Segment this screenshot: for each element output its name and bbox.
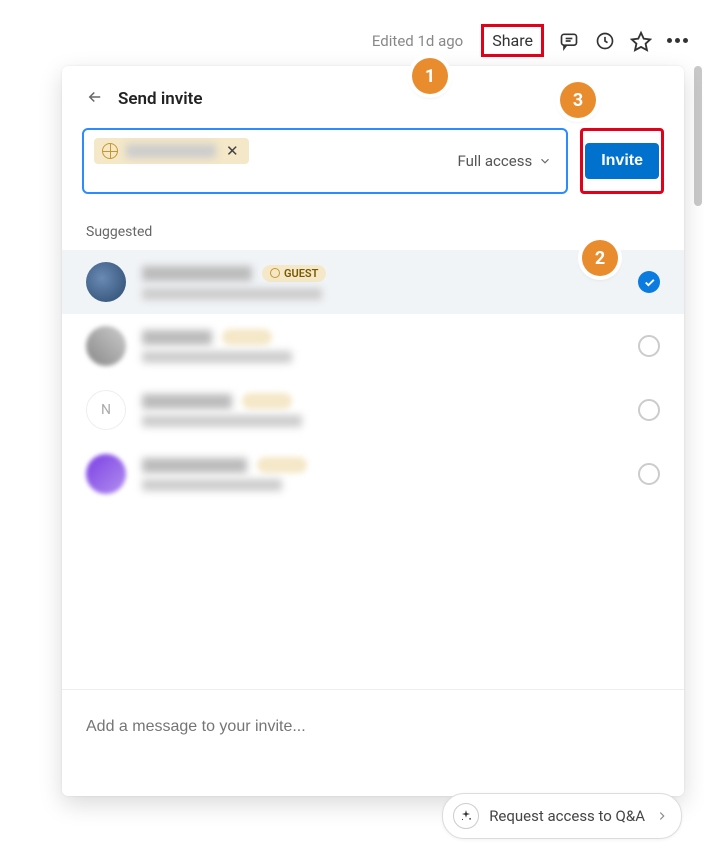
person-name xyxy=(142,330,212,345)
access-label: Full access xyxy=(457,152,532,170)
select-radio[interactable] xyxy=(638,399,660,421)
person-email xyxy=(142,351,292,363)
back-arrow-icon[interactable] xyxy=(86,88,104,110)
person-info xyxy=(142,393,622,427)
globe-icon xyxy=(102,143,118,159)
suggested-item[interactable] xyxy=(62,442,684,506)
select-radio[interactable] xyxy=(638,335,660,357)
avatar xyxy=(86,326,126,366)
comment-icon[interactable] xyxy=(558,30,580,52)
request-access-label: Request access to Q&A xyxy=(489,807,645,825)
badge xyxy=(242,393,292,409)
annotation-callout-3: 3 xyxy=(560,82,596,118)
person-name xyxy=(142,266,252,281)
page-top-bar: Edited 1d ago Share xyxy=(372,24,688,57)
selected-check-icon[interactable] xyxy=(638,271,660,293)
avatar: N xyxy=(86,390,126,430)
remove-chip-icon[interactable]: ✕ xyxy=(224,142,241,160)
person-email xyxy=(142,415,302,427)
avatar xyxy=(86,454,126,494)
badge xyxy=(257,457,307,473)
guest-badge: GUEST xyxy=(262,265,326,282)
share-button[interactable]: Share xyxy=(481,24,544,57)
invite-button-highlight: Invite xyxy=(580,128,664,194)
chevron-down-icon xyxy=(538,154,552,168)
globe-icon xyxy=(270,268,280,278)
person-info xyxy=(142,457,622,491)
sparkle-icon xyxy=(453,803,479,829)
person-email xyxy=(142,479,282,491)
select-radio[interactable] xyxy=(638,463,660,485)
modal-footer xyxy=(62,689,684,796)
invite-button[interactable]: Invite xyxy=(585,143,659,179)
invite-message-input[interactable] xyxy=(86,718,660,736)
person-name xyxy=(142,458,247,473)
suggested-item[interactable] xyxy=(62,314,684,378)
person-email xyxy=(142,288,322,300)
invite-input[interactable]: ✕ Full access xyxy=(82,128,568,194)
request-access-button[interactable]: Request access to Q&A xyxy=(442,793,682,839)
annotation-callout-1: 1 xyxy=(412,58,448,94)
badge xyxy=(222,329,272,345)
person-info xyxy=(142,329,622,363)
avatar xyxy=(86,262,126,302)
recipient-name xyxy=(126,144,216,158)
clock-icon[interactable] xyxy=(594,30,616,52)
more-icon[interactable] xyxy=(666,30,688,52)
page-scrollbar[interactable] xyxy=(694,66,702,206)
send-invite-modal: Send invite ✕ Full access Invite Suggest… xyxy=(62,66,684,796)
annotation-callout-2: 2 xyxy=(582,240,618,276)
chevron-right-icon xyxy=(655,809,669,823)
suggested-list: GUEST N xyxy=(62,250,684,506)
person-info: GUEST xyxy=(142,265,622,300)
recipient-chip[interactable]: ✕ xyxy=(94,138,249,164)
person-name xyxy=(142,394,232,409)
modal-title: Send invite xyxy=(118,89,203,109)
guest-badge-label: GUEST xyxy=(284,267,318,280)
invite-input-row: ✕ Full access Invite xyxy=(62,128,684,194)
star-icon[interactable] xyxy=(630,30,652,52)
suggested-item[interactable]: N xyxy=(62,378,684,442)
edited-timestamp: Edited 1d ago xyxy=(372,32,463,50)
access-level-select[interactable]: Full access xyxy=(457,152,556,170)
